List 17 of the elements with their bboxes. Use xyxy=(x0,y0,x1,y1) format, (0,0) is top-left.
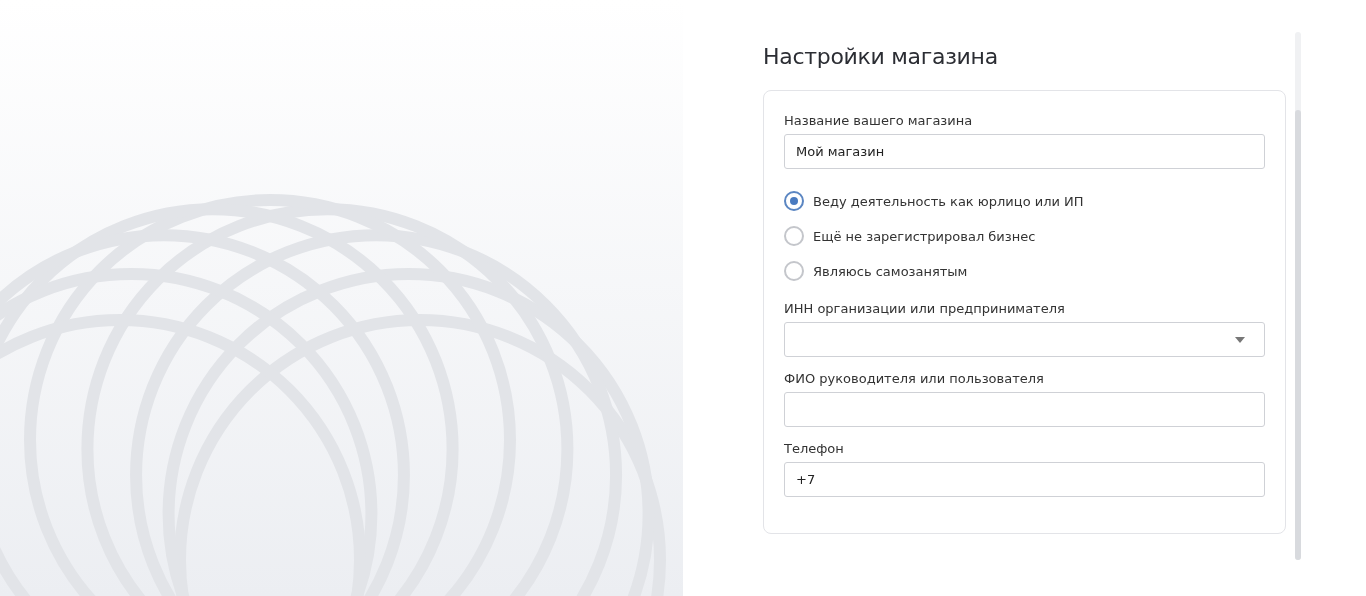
radio-label[interactable]: Ещё не зарегистрировал бизнес xyxy=(813,228,1036,244)
page-title: Настройки магазина xyxy=(763,44,999,69)
caret-icon xyxy=(1235,336,1245,343)
field-label: Название вашего магазина xyxy=(784,113,974,128)
field-label: Телефон xyxy=(784,441,845,456)
radio-button[interactable] xyxy=(784,261,804,281)
radio-label[interactable]: Веду деятельность как юрлицо или ИП xyxy=(813,193,1084,209)
dropdown-field[interactable] xyxy=(784,322,1265,357)
radio-button[interactable] xyxy=(784,191,804,211)
field-label: ИНН организации или предпринимателя xyxy=(784,301,1066,316)
radio-label[interactable]: Являюсь самозанятым xyxy=(813,263,968,279)
scrollbar[interactable] xyxy=(1295,32,1301,560)
input-field[interactable] xyxy=(784,392,1265,427)
field-label: ФИО руководителя или пользователя xyxy=(784,371,1045,386)
input-field[interactable]: +7 xyxy=(784,462,1265,497)
input-field[interactable]: Мой магазин xyxy=(784,134,1265,169)
radio-button[interactable] xyxy=(784,226,804,246)
